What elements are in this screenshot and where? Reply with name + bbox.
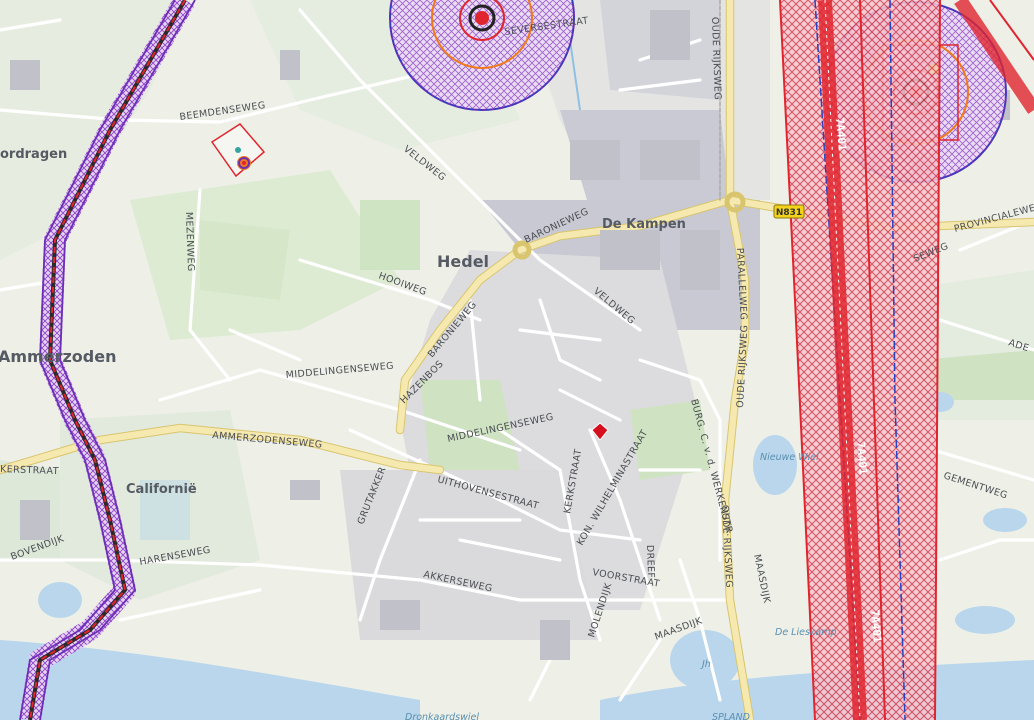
water-label: Nieuwe Wiel bbox=[760, 452, 819, 463]
place-label-californie: Californië bbox=[126, 482, 197, 497]
water-label: De Lieskamp bbox=[775, 627, 837, 638]
street-label: MEZENWEG bbox=[183, 212, 196, 272]
place-label-ordragen: ordragen bbox=[0, 147, 67, 162]
street-label: KERSTRAAT bbox=[0, 464, 59, 477]
street-label: DREEF bbox=[644, 545, 656, 579]
water-label: Dronkaardswiel bbox=[405, 712, 479, 720]
water-label: SPLAND bbox=[712, 712, 750, 720]
map-label-jh: Jh bbox=[700, 659, 711, 670]
road-shield-label: N831 bbox=[776, 208, 802, 218]
place-label-ammerzoden: Ammerzoden bbox=[0, 347, 116, 366]
road-shield-n831: N831 bbox=[773, 204, 805, 219]
map-viewport[interactable]: N831 7A401 7A401 7A401 Hedel De Kampen A… bbox=[0, 0, 1034, 720]
map-canvas[interactable]: N831 7A401 7A401 7A401 Hedel De Kampen A… bbox=[0, 0, 1034, 720]
place-label-de-kampen: De Kampen bbox=[602, 217, 686, 232]
place-label-hedel: Hedel bbox=[437, 252, 489, 271]
